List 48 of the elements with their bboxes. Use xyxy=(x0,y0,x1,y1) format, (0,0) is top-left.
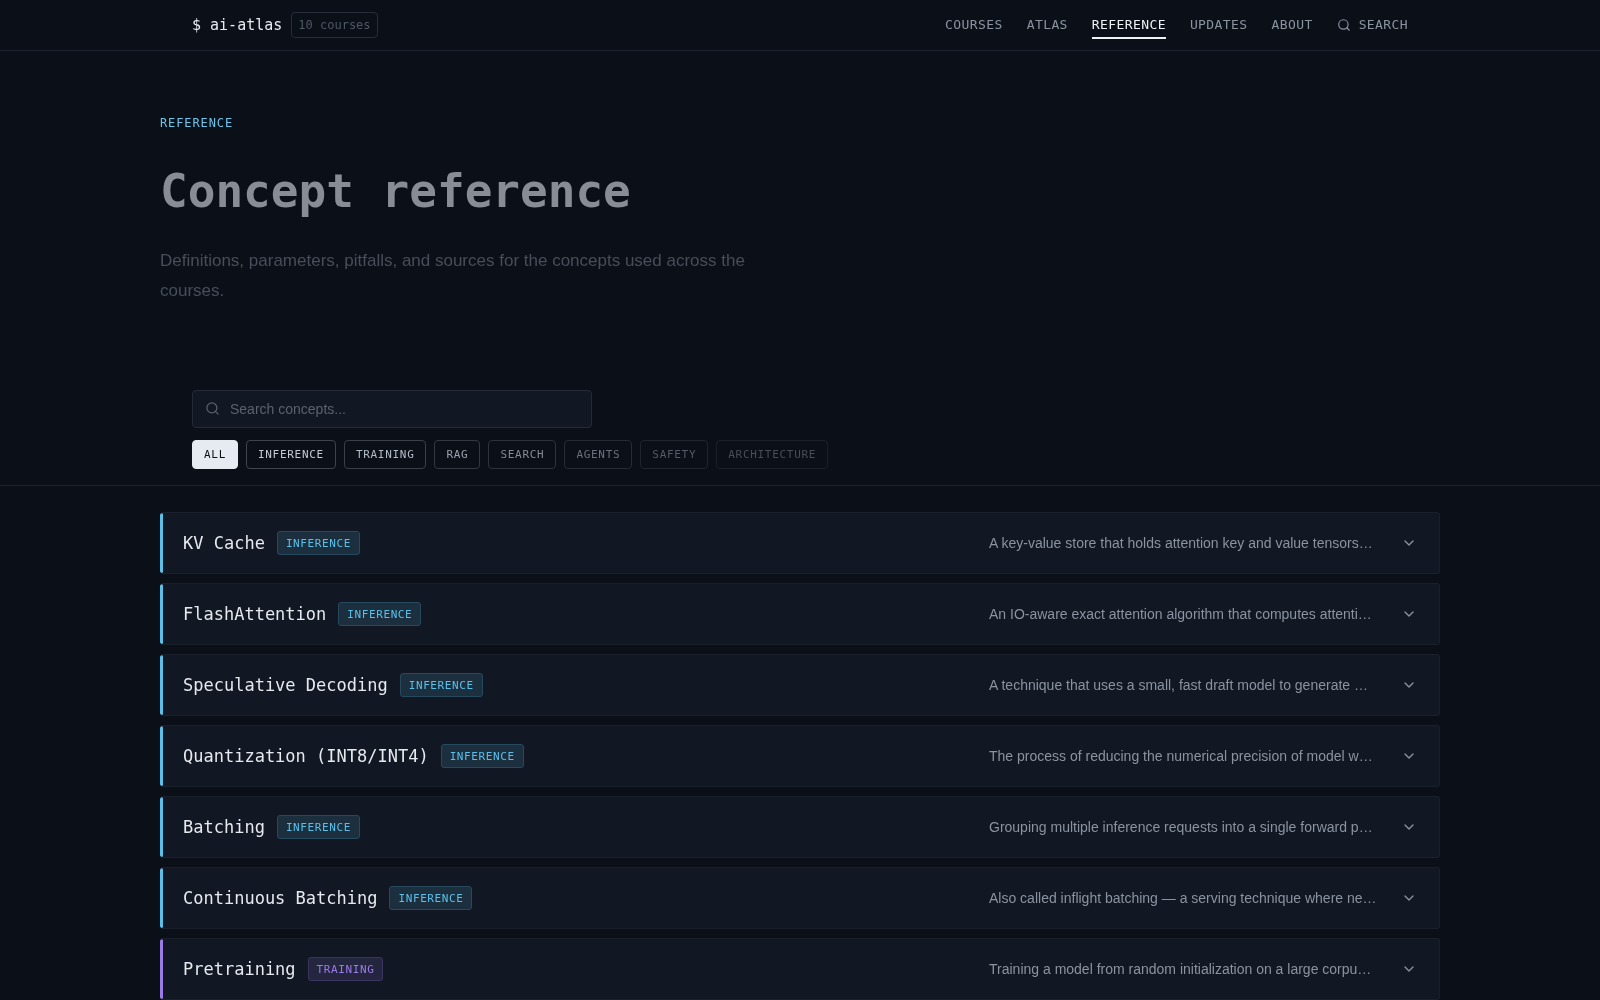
nav-link[interactable]: REFERENCE xyxy=(1091,11,1166,39)
category-tag: INFERENCE xyxy=(276,531,360,555)
concept-title: Batching xyxy=(183,817,265,837)
concept-title: Pretraining xyxy=(183,959,296,979)
category-tag: INFERENCE xyxy=(399,673,483,697)
concept-summary: Also called inflight batching — a serving technique where ne… xyxy=(989,890,1378,906)
category-tag: INFERENCE xyxy=(276,815,360,839)
concept-summary: A technique that uses a small, fast draft model to generate … xyxy=(989,677,1369,693)
filter-chip[interactable]: TRAINING xyxy=(343,440,427,469)
concept-summary: The process of reducing the numerical precision of model w… xyxy=(989,748,1374,764)
concept-summary: Grouping multiple inference requests into a single forward p… xyxy=(989,819,1374,835)
concept-row[interactable]: FlashAttention INFERENCE An IO-aware exact attention algorithm that computes attenti… xyxy=(160,583,1440,645)
category-tag: INFERENCE xyxy=(338,602,422,626)
concept-title: Quantization (INT8/INT4) xyxy=(183,746,429,766)
nav-link[interactable]: COURSES xyxy=(945,11,1003,39)
concept-row[interactable]: KV Cache INFERENCE A key-value store that holds attention key and value tensors… xyxy=(160,512,1440,574)
search-field[interactable]: Search concepts... xyxy=(192,390,592,428)
concept-title: Continuous Batching xyxy=(183,888,378,908)
page-title: Concept reference xyxy=(160,163,631,219)
concept-row[interactable]: Batching INFERENCE Grouping multiple inference requests into a single forward p… xyxy=(160,796,1440,858)
concept-summary: An IO-aware exact attention algorithm that computes attenti… xyxy=(989,606,1373,622)
search-icon xyxy=(205,401,220,416)
nav-link[interactable]: UPDATES xyxy=(1189,11,1248,39)
nav-link[interactable]: ATLAS xyxy=(1026,11,1068,39)
filter-chip[interactable]: ALL xyxy=(192,440,238,469)
nav-link[interactable]: ABOUT xyxy=(1271,11,1313,39)
search-icon xyxy=(1336,17,1351,32)
page-description: Definitions, parameters, pitfalls, and sources for the concepts used across the courses. xyxy=(160,250,746,302)
filter-chip[interactable]: INFERENCE xyxy=(245,440,336,469)
site-logo[interactable]: $ ai-atlas xyxy=(192,16,283,34)
category-tag: INFERENCE xyxy=(389,886,473,910)
concept-row[interactable]: Pretraining TRAINING Training a model from random initialization on a large corpu… xyxy=(160,938,1440,1000)
concept-title: FlashAttention xyxy=(183,604,327,624)
filter-chip[interactable]: RAG xyxy=(434,440,481,469)
course-count-badge: 10 courses xyxy=(291,12,378,38)
concept-title: KV Cache xyxy=(183,533,265,553)
concept-summary: Training a model from random initialization on a large corpu… xyxy=(989,961,1373,977)
filter-chip[interactable]: AGENTS xyxy=(564,440,633,469)
section-eyebrow: REFERENCE xyxy=(160,115,234,131)
concept-row[interactable]: Continuous Batching INFERENCE Also called inflight batching — a serving technique where ne… xyxy=(160,867,1440,929)
concept-title: Speculative Decoding xyxy=(183,675,388,695)
filter-chip[interactable]: SEARCH xyxy=(488,440,557,469)
search-button[interactable]: SEARCH xyxy=(1336,11,1408,39)
category-tag: TRAINING xyxy=(307,957,384,981)
category-tag: INFERENCE xyxy=(440,744,524,768)
concept-row[interactable]: Speculative Decoding INFERENCE A technique that uses a small, fast draft model to generate … xyxy=(160,654,1440,716)
concept-row[interactable]: Quantization (INT8/INT4) INFERENCE The process of reducing the numerical precision of model w… xyxy=(160,725,1440,787)
concept-summary: A key-value store that holds attention key and value tensors… xyxy=(989,535,1374,551)
